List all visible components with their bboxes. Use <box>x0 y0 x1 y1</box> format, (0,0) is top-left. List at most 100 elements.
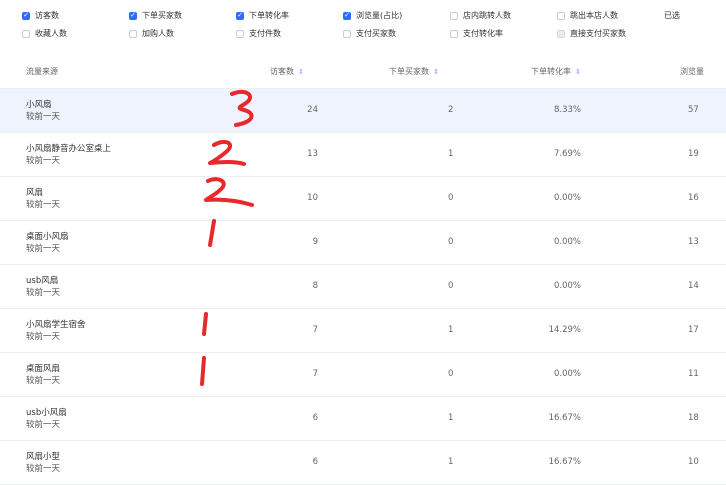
visitors-cell: 13 <box>307 149 318 159</box>
checkbox-icon[interactable] <box>450 29 458 38</box>
table-row[interactable]: 小风扇静音办公室桌上 较前一天 13 1 7.69% 19 <box>0 133 726 177</box>
buyers-cell: 0 <box>448 237 454 247</box>
checkbox-icon[interactable] <box>343 29 351 38</box>
checkbox-icon[interactable] <box>450 11 458 20</box>
header-views[interactable]: 浏览量 <box>680 66 704 77</box>
header-label: 访客数 <box>270 67 294 76</box>
views-cell: 19 <box>688 149 699 159</box>
filter-direct-paying-buyers: 直接支付买家数 <box>557 28 626 39</box>
views-cell: 13 <box>688 237 699 247</box>
filter-bounce-out[interactable]: 跳出本店人数 <box>557 10 618 21</box>
table-row[interactable]: 小风扇 较前一天 24 2 8.33% 57 <box>0 89 726 133</box>
visitors-cell: 7 <box>312 369 318 379</box>
filter-order-buyers[interactable]: ✓ 下单买家数 <box>129 10 182 21</box>
checkbox-icon[interactable] <box>557 11 565 20</box>
source-name: 风扇 <box>26 188 44 198</box>
views-cell: 16 <box>688 193 699 203</box>
filter-page-views[interactable]: ✓ 浏览量(占比) <box>343 10 402 21</box>
checkbox-disabled-icon <box>557 29 565 38</box>
filter-order-conversion[interactable]: ✓ 下单转化率 <box>236 10 289 21</box>
source-name: 小风扇静音办公室桌上 <box>26 144 112 154</box>
checkbox-icon[interactable] <box>236 29 244 38</box>
filter-label: 直接支付买家数 <box>570 29 626 38</box>
views-cell: 18 <box>688 413 699 423</box>
filter-payment-conversion[interactable]: 支付转化率 <box>450 28 503 39</box>
sort-icon[interactable]: ⇕ <box>575 68 581 76</box>
table-row[interactable]: 风扇较前一天 10 0 0.00% 16 <box>0 177 726 221</box>
compare-label: 较前一天 <box>26 420 61 430</box>
checkbox-checked-icon[interactable]: ✓ <box>343 11 351 20</box>
source-name: 风扇小型 <box>26 452 61 462</box>
table-header: 流量来源 访客数 ⇕ 下单买家数 ⇕ 下单转化率 ⇕ 浏览量 <box>0 56 726 89</box>
filter-label: 下单买家数 <box>142 11 182 20</box>
source-cell: 小风扇静音办公室桌上 较前一天 <box>26 143 111 167</box>
table-row[interactable]: 桌面小风扇 较前一天 9 0 0.00% 13 <box>0 221 726 265</box>
views-cell: 57 <box>688 105 699 115</box>
conversion-cell: 7.69% <box>553 149 581 159</box>
buyers-cell: 1 <box>448 149 454 159</box>
table-row[interactable]: usb小风扇 较前一天 6 1 16.67% 18 <box>0 397 726 441</box>
checkbox-icon[interactable] <box>129 29 137 38</box>
header-visitors[interactable]: 访客数 ⇕ <box>270 66 304 77</box>
visitors-cell: 6 <box>312 457 318 467</box>
header-label: 下单买家数 <box>389 67 429 76</box>
source-cell: usb小风扇 较前一天 <box>26 407 67 431</box>
buyers-cell: 0 <box>448 193 454 203</box>
filter-row-1: ✓ 访客数 ✓ 下单买家数 ✓ 下单转化率 ✓ 浏览量(占比) 店内跳转人数 跳… <box>22 10 726 28</box>
filter-label: 收藏人数 <box>35 29 67 38</box>
visitors-cell: 10 <box>307 193 318 203</box>
sort-icon[interactable]: ⇕ <box>433 68 439 76</box>
filter-paid-items[interactable]: 支付件数 <box>236 28 281 39</box>
conversion-cell: 0.00% <box>553 281 581 291</box>
source-cell: 桌面小风扇 较前一天 <box>26 231 69 255</box>
filter-label: 支付件数 <box>249 29 281 38</box>
checkbox-checked-icon[interactable]: ✓ <box>129 11 137 20</box>
compare-label: 较前一天 <box>26 244 61 254</box>
compare-label: 较前一天 <box>26 156 61 166</box>
source-name: 小风扇 <box>26 100 52 110</box>
sort-icon[interactable]: ⇕ <box>298 68 304 76</box>
source-cell: 风扇小型 较前一天 <box>26 451 60 475</box>
buyers-cell: 1 <box>448 413 454 423</box>
visitors-cell: 7 <box>312 325 318 335</box>
header-source: 流量来源 <box>26 67 58 76</box>
filter-label: 加购人数 <box>142 29 174 38</box>
filter-favorites[interactable]: 收藏人数 <box>22 28 67 39</box>
buyers-cell: 1 <box>448 325 454 335</box>
table-row[interactable]: 风扇小型 较前一天 6 1 16.67% 10 <box>0 441 726 485</box>
compare-label: 较前一天 <box>26 112 61 122</box>
source-name: 桌面小风扇 <box>26 232 69 242</box>
checkbox-icon[interactable] <box>22 29 30 38</box>
traffic-source-table: 流量来源 访客数 ⇕ 下单买家数 ⇕ 下单转化率 ⇕ 浏览量 小风扇 较前一天 24 2… <box>0 56 726 485</box>
filter-label: 跳出本店人数 <box>570 11 618 20</box>
filter-label: 访客数 <box>35 11 59 20</box>
buyers-cell: 2 <box>448 105 454 115</box>
conversion-cell: 14.29% <box>548 325 581 335</box>
checkbox-checked-icon[interactable]: ✓ <box>22 11 30 20</box>
visitors-cell: 6 <box>312 413 318 423</box>
source-cell: usb风扇 较前一天 <box>26 275 60 299</box>
compare-label: 较前一天 <box>26 200 61 210</box>
source-cell: 桌面风扇 较前一天 <box>26 363 60 387</box>
conversion-cell: 0.00% <box>553 193 581 203</box>
buyers-cell: 1 <box>448 457 454 467</box>
filter-in-store-jumps[interactable]: 店内跳转人数 <box>450 10 511 21</box>
compare-label: 较前一天 <box>26 464 61 474</box>
views-cell: 17 <box>688 325 699 335</box>
header-order-conversion[interactable]: 下单转化率 ⇕ <box>531 66 581 77</box>
table-row[interactable]: usb风扇 较前一天 8 0 0.00% 14 <box>0 265 726 309</box>
filter-label: 支付转化率 <box>463 29 503 38</box>
source-name: usb小风扇 <box>26 408 67 418</box>
source-cell: 小风扇学生宿舍 较前一天 <box>26 319 86 343</box>
header-order-buyers[interactable]: 下单买家数 ⇕ <box>389 66 439 77</box>
conversion-cell: 16.67% <box>548 457 581 467</box>
table-row[interactable]: 桌面风扇 较前一天 7 0 0.00% 11 <box>0 353 726 397</box>
filter-visitors[interactable]: ✓ 访客数 <box>22 10 59 21</box>
table-row[interactable]: 小风扇学生宿舍 较前一天 7 1 14.29% 17 <box>0 309 726 353</box>
source-name: 桌面风扇 <box>26 364 61 374</box>
filter-paying-buyers[interactable]: 支付买家数 <box>343 28 396 39</box>
checkbox-checked-icon[interactable]: ✓ <box>236 11 244 20</box>
conversion-cell: 0.00% <box>553 369 581 379</box>
conversion-cell: 16.67% <box>548 413 581 423</box>
filter-add-to-cart[interactable]: 加购人数 <box>129 28 174 39</box>
